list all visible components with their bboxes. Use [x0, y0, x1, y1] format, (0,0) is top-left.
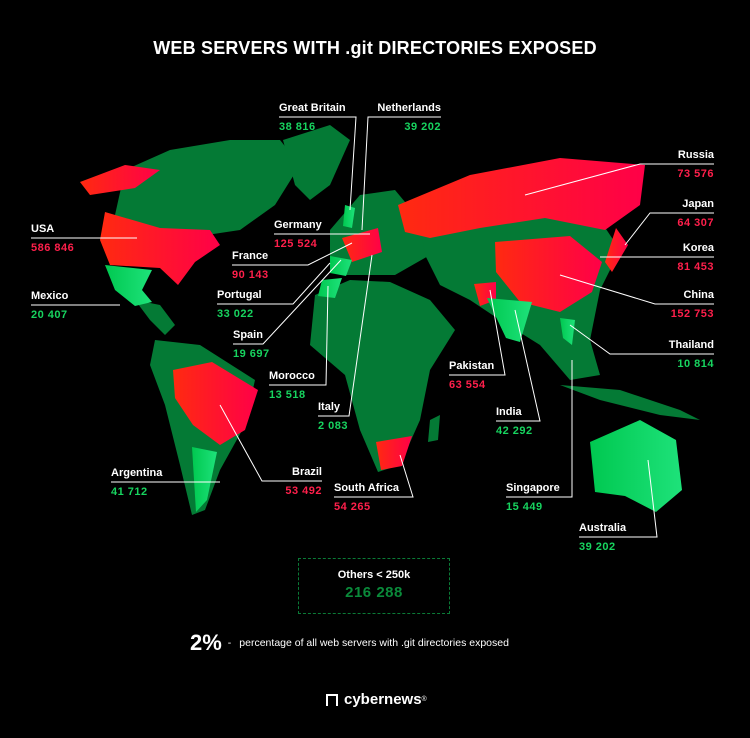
stat-separator: - — [227, 637, 232, 649]
country-name: Mexico — [31, 290, 69, 302]
label-brazil: Brazil 53 492 — [262, 466, 322, 498]
label-germany: Germany 125 524 — [274, 219, 322, 251]
others-box: Others < 250k 216 288 — [298, 558, 450, 614]
australia-shape — [590, 420, 682, 512]
label-usa: USA 586 846 — [31, 223, 74, 255]
label-netherlands: Netherlands 39 202 — [361, 102, 441, 134]
country-name: Germany — [274, 219, 322, 231]
cybernews-mark-icon — [326, 693, 338, 706]
stat-value: 2% — [190, 630, 222, 655]
country-value: 13 518 — [269, 389, 306, 401]
country-value: 41 712 — [111, 486, 148, 498]
country-name: Portugal — [217, 289, 262, 301]
country-value: 586 846 — [31, 242, 75, 254]
country-name: Japan — [682, 198, 714, 210]
country-value: 152 753 — [670, 308, 714, 320]
country-value: 2 083 — [318, 420, 349, 432]
country-value: 19 697 — [233, 348, 270, 360]
country-value: 53 492 — [285, 485, 322, 497]
brand-registered: ® — [421, 696, 427, 703]
central-america — [135, 300, 175, 335]
country-name: USA — [31, 223, 55, 235]
stat-line: 2% - percentage of all web servers with … — [190, 630, 509, 656]
label-portugal: Portugal 33 022 — [217, 289, 262, 321]
country-value: 15 449 — [506, 501, 543, 513]
label-singapore: Singapore 15 449 — [506, 482, 560, 514]
label-italy: Italy 2 083 — [318, 401, 348, 433]
indonesia — [560, 385, 700, 420]
label-russia: Russia 73 576 — [634, 149, 714, 181]
country-name: India — [496, 406, 522, 418]
country-value: 63 554 — [449, 379, 486, 391]
country-value: 39 202 — [579, 541, 616, 553]
country-value: 20 407 — [31, 309, 68, 321]
country-name: Morocco — [269, 370, 315, 382]
country-name: China — [683, 289, 714, 301]
country-name: Netherlands — [377, 102, 441, 114]
country-value: 42 292 — [496, 425, 533, 437]
cybernews-logo: cybernews ® — [326, 691, 427, 708]
country-name: Korea — [682, 242, 714, 254]
label-argentina: Argentina 41 712 — [111, 467, 162, 499]
country-value: 54 265 — [334, 501, 371, 513]
country-name: Russia — [677, 149, 714, 161]
country-value: 39 202 — [404, 121, 441, 133]
label-thailand: Thailand 10 814 — [634, 339, 714, 371]
country-name: Singapore — [506, 482, 560, 494]
others-label: Others — [337, 569, 374, 581]
madagascar — [428, 415, 440, 442]
others-value: 216 288 — [345, 584, 403, 601]
country-value: 64 307 — [677, 217, 714, 229]
label-france: France 90 143 — [232, 250, 269, 282]
label-japan: Japan 64 307 — [634, 198, 714, 230]
country-name: South Africa — [334, 482, 399, 494]
country-value: 125 524 — [274, 238, 318, 250]
greenland — [283, 125, 350, 200]
label-morocco: Morocco 13 518 — [269, 370, 315, 402]
country-name: Great Britain — [279, 102, 346, 114]
label-pakistan: Pakistan 63 554 — [449, 360, 494, 392]
country-name: Thailand — [668, 339, 714, 351]
label-india: India 42 292 — [496, 406, 533, 438]
country-value: 38 816 — [279, 121, 316, 133]
country-value: 81 453 — [677, 261, 714, 273]
label-south-africa: South Africa 54 265 — [334, 482, 399, 514]
label-spain: Spain 19 697 — [233, 329, 270, 361]
country-name: Pakistan — [449, 360, 495, 372]
country-name: France — [232, 250, 269, 262]
label-korea: Korea 81 453 — [634, 242, 714, 274]
mexico-shape — [105, 265, 152, 306]
others-threshold: < 250k — [376, 569, 411, 581]
country-value: 90 143 — [232, 269, 269, 281]
country-value: 33 022 — [217, 308, 254, 320]
country-value: 10 814 — [677, 358, 714, 370]
country-name: Spain — [233, 329, 263, 341]
country-name: Brazil — [292, 466, 322, 478]
country-value: 73 576 — [677, 168, 714, 180]
stat-text: percentage of all web servers with .git … — [239, 637, 509, 649]
label-great-britain: Great Britain 38 816 — [279, 102, 346, 134]
country-name: Australia — [579, 522, 627, 534]
country-name: Argentina — [111, 467, 163, 479]
label-mexico: Mexico 20 407 — [31, 290, 68, 322]
brand-name: cybernews — [344, 691, 422, 708]
label-china: China 152 753 — [634, 289, 714, 321]
south-africa-shape — [376, 436, 412, 470]
country-name: Italy — [318, 401, 341, 413]
label-australia: Australia 39 202 — [579, 522, 626, 554]
